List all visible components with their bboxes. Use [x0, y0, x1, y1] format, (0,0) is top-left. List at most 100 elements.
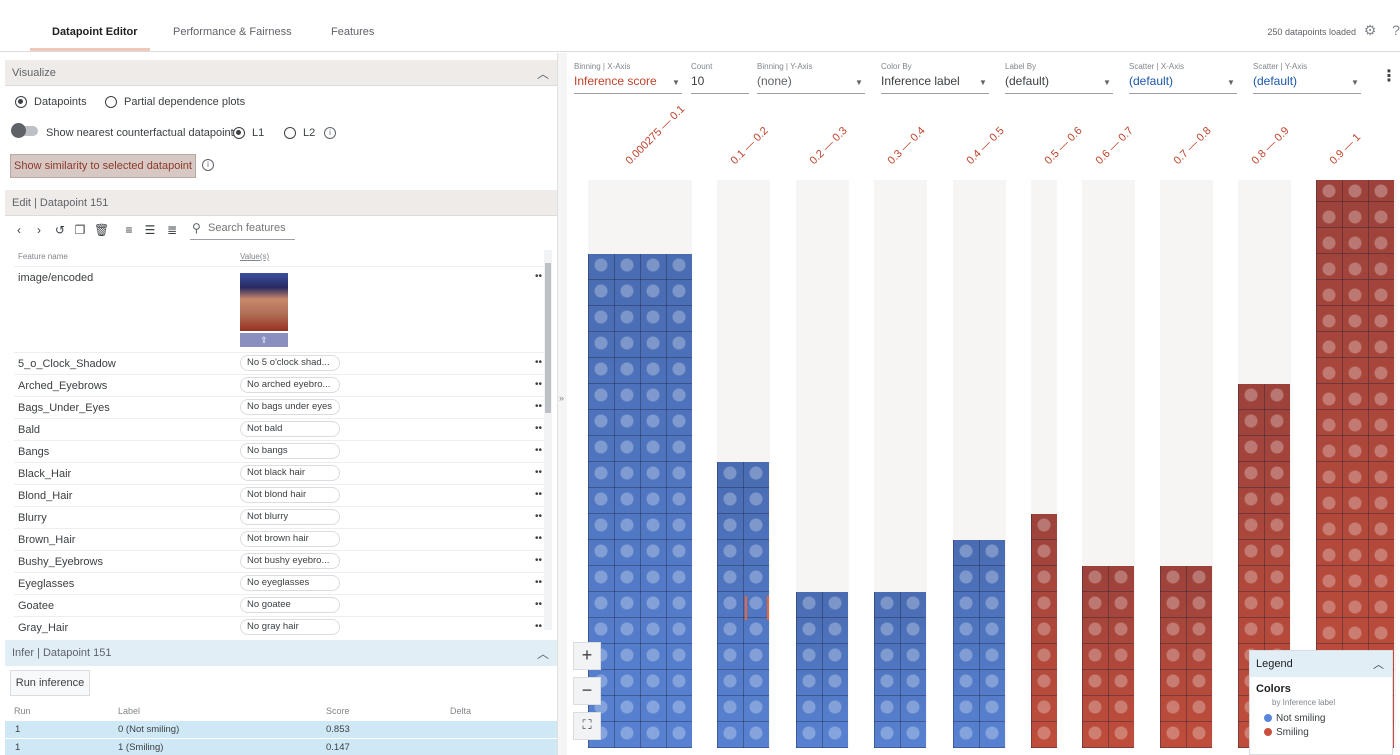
show-similarity-button[interactable]: Show similarity to selected datapoint	[10, 154, 196, 178]
control-color-by[interactable]: Color By Inference label ▼	[881, 62, 989, 94]
zoom-out-button[interactable]: −	[573, 677, 601, 705]
search-features-input[interactable]	[208, 222, 294, 234]
control-scatter-x-axis[interactable]: Scatter | X-Axis (default) ▼	[1129, 62, 1237, 94]
row-menu-icon[interactable]: ••	[535, 511, 542, 522]
feature-value-chip[interactable]: Not bushy eyebro...	[240, 553, 340, 569]
active-tab-indicator	[30, 48, 150, 51]
feature-value-chip[interactable]: No gray hair	[240, 619, 340, 635]
radio-datapoints[interactable]	[15, 96, 27, 108]
tab-features[interactable]: Features	[331, 26, 374, 38]
row-menu-icon[interactable]: ••	[535, 621, 542, 632]
feature-value-chip[interactable]: No bangs	[240, 443, 340, 459]
row-menu-icon[interactable]: ••	[535, 533, 542, 544]
collapse-arrows-icon[interactable]: »	[559, 393, 564, 403]
nearest-counterfactual-toggle[interactable]	[11, 123, 38, 138]
legend-header[interactable]: Legend ︿	[1250, 651, 1392, 677]
tab-datapoint-editor[interactable]: Datapoint Editor	[52, 26, 138, 38]
feature-value-chip[interactable]: Not blond hair	[240, 487, 340, 503]
duplicate-icon[interactable]: ❐	[73, 223, 87, 237]
sort-numbered-icon[interactable]: ☰	[143, 223, 157, 237]
similarity-info-icon[interactable]: i	[202, 159, 214, 171]
bin-stack[interactable]	[1031, 514, 1057, 748]
settings-gear-icon[interactable]: ⚙	[1362, 22, 1378, 38]
row-menu-icon[interactable]: ••	[535, 357, 542, 368]
feature-name: Bushy_Eyebrows	[18, 556, 103, 568]
dropdown-arrow-icon[interactable]: ▼	[672, 78, 680, 87]
control-value[interactable]: Inference score	[574, 74, 682, 94]
feature-value-chip[interactable]: Not black hair	[240, 465, 340, 481]
chevron-up-icon[interactable]: ︿	[1373, 656, 1384, 672]
feature-value-chip[interactable]: No arched eyebro...	[240, 377, 340, 393]
visualize-section-header[interactable]: Visualize ︿	[5, 60, 557, 86]
bin-stack[interactable]	[1082, 566, 1134, 748]
previous-icon[interactable]: ‹	[12, 223, 26, 237]
control-value[interactable]: 10	[691, 74, 749, 94]
row-menu-icon[interactable]: ••	[535, 423, 542, 434]
delete-icon[interactable]: 🗑	[94, 223, 109, 237]
feature-value-chip[interactable]: No eyeglasses	[240, 575, 340, 591]
control-label: Binning | X-Axis	[574, 62, 631, 71]
feature-scrollbar-thumb[interactable]	[545, 263, 551, 413]
control-value[interactable]: (default)	[1253, 74, 1361, 94]
control-value[interactable]: (default)	[1005, 74, 1113, 94]
chevron-up-icon[interactable]: ︿	[537, 65, 549, 82]
bin-stack[interactable]	[796, 592, 848, 748]
row-menu-icon[interactable]: ••	[535, 379, 542, 390]
row-menu-icon[interactable]: ••	[535, 489, 542, 500]
feature-value-chip[interactable]: Not brown hair	[240, 531, 340, 547]
feature-value-chip[interactable]: Not blurry	[240, 509, 340, 525]
radio-datapoints-label: Datapoints	[34, 96, 87, 108]
bin-stack[interactable]	[1160, 566, 1212, 748]
value-header[interactable]: Value(s)	[240, 252, 269, 261]
bin-stack[interactable]	[874, 592, 926, 748]
feature-row: Bushy_Eyebrows Not bushy eyebro... ••	[14, 550, 544, 572]
more-options-icon[interactable]: ⋮	[1381, 66, 1397, 86]
selected-datapoint-marker[interactable]	[745, 596, 769, 620]
control-value[interactable]: (none)	[757, 74, 865, 94]
feature-value-chip[interactable]: Not bald	[240, 421, 340, 437]
infer-section-header[interactable]: Infer | Datapoint 151 ︿	[5, 640, 557, 666]
history-icon[interactable]: ↺	[53, 223, 67, 237]
tab-performance-fairness[interactable]: Performance & Fairness	[173, 26, 292, 38]
radio-l1[interactable]	[233, 127, 245, 139]
next-icon[interactable]: ›	[32, 223, 46, 237]
help-icon[interactable]: ?	[1388, 22, 1400, 38]
feature-value-chip[interactable]: No goatee	[240, 597, 340, 613]
control-value[interactable]: Inference label	[881, 74, 989, 94]
row-menu-icon[interactable]: ••	[535, 599, 542, 610]
control-label-by[interactable]: Label By (default) ▼	[1005, 62, 1113, 94]
zoom-in-button[interactable]: +	[573, 642, 601, 670]
control-scatter-y-axis[interactable]: Scatter | Y-Axis (default) ▼	[1253, 62, 1361, 94]
feature-name: 5_o_Clock_Shadow	[18, 358, 116, 370]
control-count[interactable]: Count 10	[691, 62, 749, 94]
info-icon[interactable]: i	[324, 127, 336, 139]
list-view-icon[interactable]: ≣	[165, 223, 179, 237]
row-menu-icon[interactable]: ••	[535, 467, 542, 478]
radio-partial-dependence[interactable]	[105, 96, 117, 108]
chevron-up-icon[interactable]: ︿	[537, 645, 549, 662]
dropdown-arrow-icon[interactable]: ▼	[855, 78, 863, 87]
feature-value-chip[interactable]: No 5 o'clock shad...	[240, 355, 340, 371]
fit-to-screen-icon[interactable]: ⛶	[573, 712, 601, 740]
row-menu-icon[interactable]: ••	[535, 445, 542, 456]
run-inference-button[interactable]: Run inference	[10, 670, 90, 696]
dropdown-arrow-icon[interactable]: ▼	[1227, 78, 1235, 87]
bin-stack[interactable]	[953, 540, 1005, 748]
upload-image-button[interactable]: ⇪	[240, 333, 288, 347]
panel-splitter[interactable]: »	[557, 53, 567, 755]
control-binning-x-axis[interactable]: Binning | X-Axis Inference score ▼	[574, 62, 682, 94]
control-binning-y-axis[interactable]: Binning | Y-Axis (none) ▼	[757, 62, 865, 94]
row-menu-icon[interactable]: ••	[535, 401, 542, 412]
label-col-header: Label	[118, 706, 141, 716]
row-menu-icon[interactable]: ••	[535, 577, 542, 588]
feature-value-chip[interactable]: No bags under eyes	[240, 399, 340, 415]
radio-l2[interactable]	[284, 127, 296, 139]
control-value[interactable]: (default)	[1129, 74, 1237, 94]
sort-list-icon[interactable]: ≡	[122, 223, 136, 237]
row-menu-icon[interactable]: ••	[535, 271, 542, 282]
row-menu-icon[interactable]: ••	[535, 555, 542, 566]
dropdown-arrow-icon[interactable]: ▼	[1351, 78, 1359, 87]
dropdown-arrow-icon[interactable]: ▼	[1103, 78, 1111, 87]
dropdown-arrow-icon[interactable]: ▼	[979, 78, 987, 87]
bin-stack[interactable]	[588, 254, 692, 748]
